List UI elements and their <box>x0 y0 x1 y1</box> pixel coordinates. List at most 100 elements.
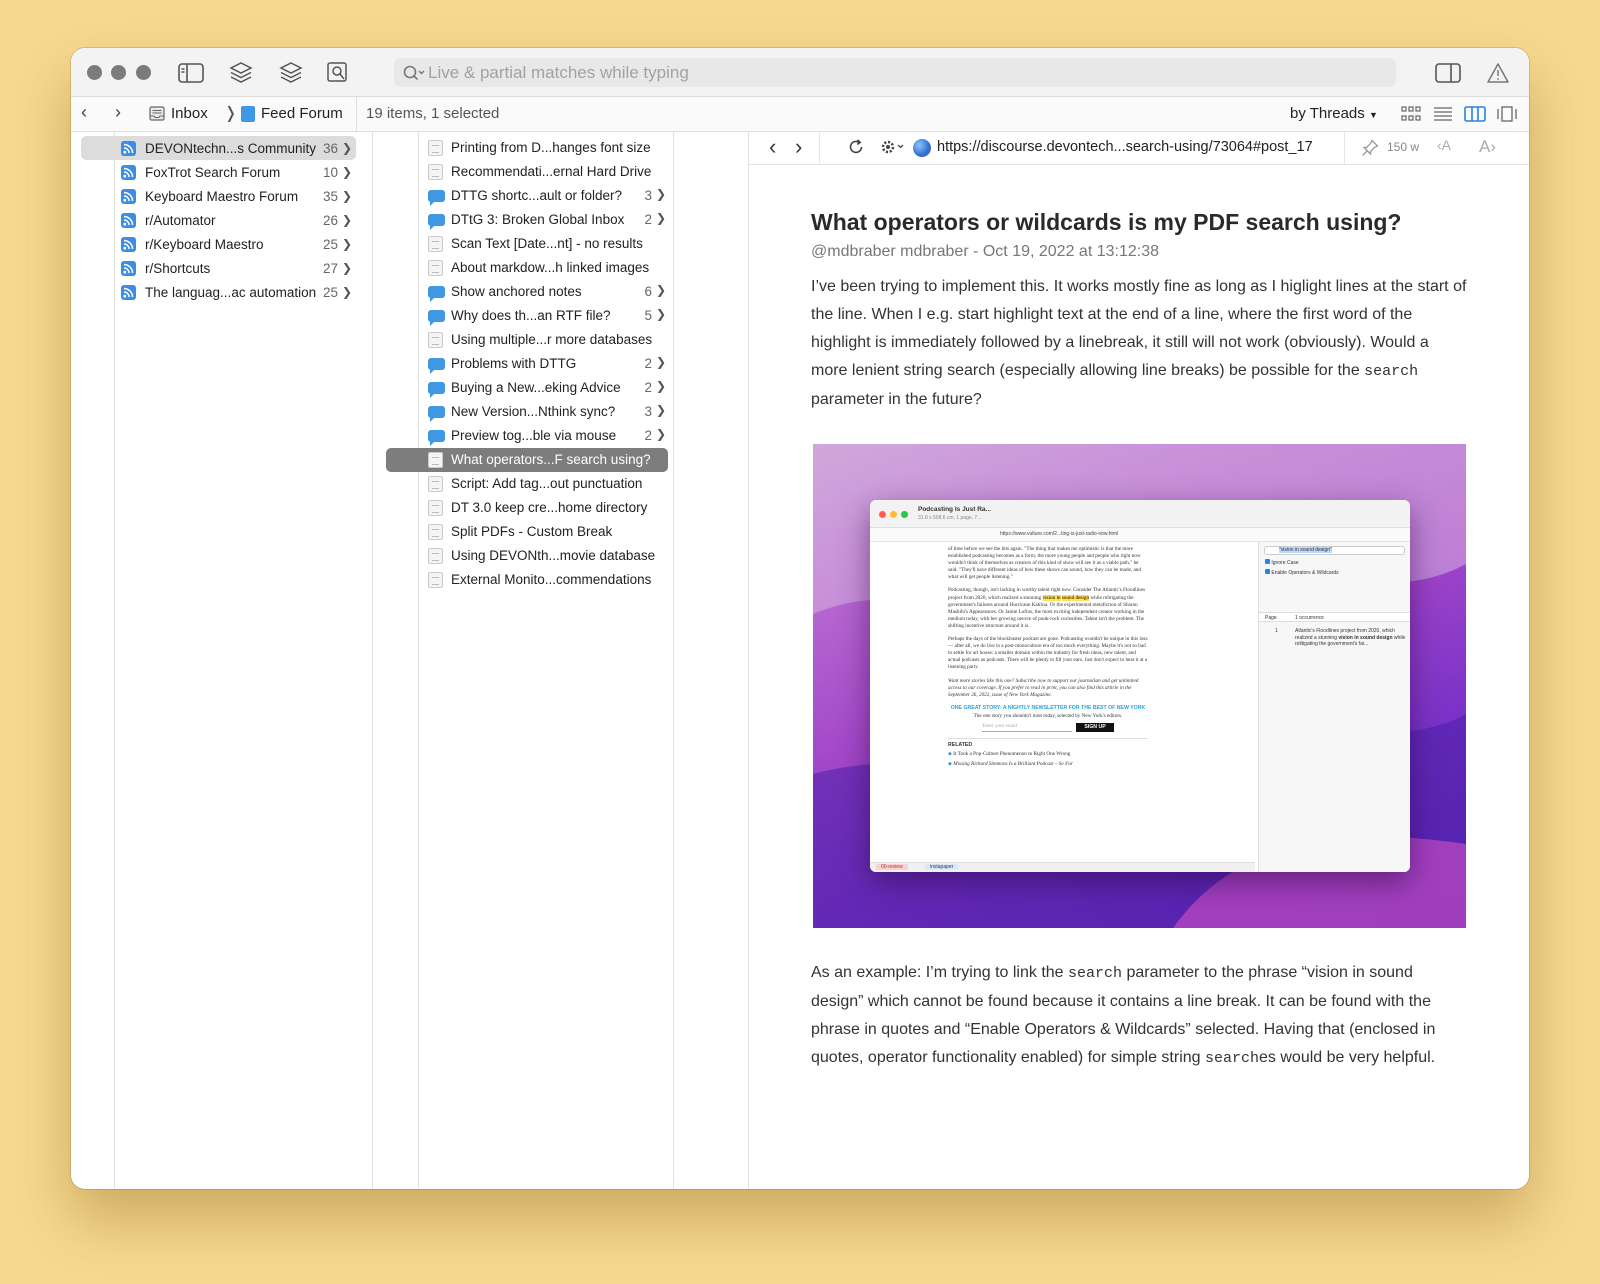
list-item[interactable]: Using DEVONth...movie database <box>386 544 668 568</box>
breadcrumb-label: Feed Forum <box>261 105 343 122</box>
list-item[interactable]: About markdow...h linked images <box>386 256 668 280</box>
article-meta: @mdbraber mdbraber - Oct 19, 2022 at 13:… <box>811 243 1159 260</box>
column-header-page: Page <box>1265 615 1277 621</box>
feed-count: 25 <box>322 284 338 300</box>
signup-button: SIGN UP <box>1076 722 1114 733</box>
checkbox-icon <box>1265 569 1270 574</box>
checkbox-ignore-case: Ignore Case <box>1265 559 1299 566</box>
list-item[interactable]: External Monito...commendations <box>386 568 668 592</box>
close-dot <box>879 511 886 518</box>
list-item[interactable]: DT 3.0 keep cre...home directory <box>386 496 668 520</box>
item-count: 5 <box>644 308 652 323</box>
zoom-dot <box>901 511 908 518</box>
chevron-right-icon: ❯ <box>655 355 666 369</box>
list-item[interactable]: DTTG shortc...ault or folder? 3 ❯ <box>386 184 668 208</box>
rss-icon <box>121 261 136 276</box>
chevron-down-icon: ▼ <box>1368 110 1378 120</box>
feed-name: Keyboard Maestro Forum <box>145 188 299 204</box>
document-finder-icon[interactable] <box>324 59 352 87</box>
list-item[interactable]: FoxTrot Search Forum 10 ❯ <box>81 160 356 184</box>
increase-font-icon[interactable]: A› <box>1479 137 1496 157</box>
email-field: Enter your email <box>982 723 1073 733</box>
list-item[interactable]: What operators...F search using? <box>386 448 668 472</box>
decrease-font-icon[interactable]: ‹A <box>1437 137 1451 153</box>
list-view-icon[interactable] <box>1433 106 1453 126</box>
layers-icon[interactable] <box>227 59 255 87</box>
newsletter-subtitle: The one story you shouldn't miss today, … <box>973 712 1123 719</box>
minimize-window-button[interactable] <box>111 65 126 80</box>
list-item[interactable]: Script: Add tag...out punctuation <box>386 472 668 496</box>
list-item[interactable]: Preview tog...ble via mouse 2 ❯ <box>386 424 668 448</box>
breadcrumb-inbox[interactable]: Inbox <box>149 105 208 122</box>
inline-code: search <box>1205 1050 1260 1067</box>
icon-view-icon[interactable] <box>1401 106 1421 126</box>
list-item[interactable]: Keyboard Maestro Forum 35 ❯ <box>81 184 356 208</box>
document-icon <box>428 236 443 252</box>
list-item[interactable]: Problems with DTTG 2 ❯ <box>386 352 668 376</box>
chevron-right-icon: ❯ <box>655 403 666 417</box>
chevron-right-icon: ❯ <box>341 189 352 203</box>
list-item[interactable]: Scan Text [Date...nt] - no results <box>386 232 668 256</box>
inspector-toggle-icon[interactable] <box>1434 59 1462 87</box>
breadcrumb-feed-forum[interactable]: Feed Forum <box>241 105 343 122</box>
item-count: 3 <box>644 404 652 419</box>
list-item[interactable]: The languag...ac automation 25 ❯ <box>81 280 356 304</box>
document-icon <box>428 476 443 492</box>
search-input[interactable] <box>428 62 1396 83</box>
sort-popup[interactable]: by Threads ▼ <box>1290 105 1378 122</box>
list-item[interactable]: Printing from D...hanges font size <box>386 136 668 160</box>
discussion-icon <box>428 406 445 422</box>
feed-name: DEVONtechn...s Community <box>145 140 317 156</box>
zoom-window-button[interactable] <box>136 65 151 80</box>
list-item[interactable]: DTtG 3: Broken Global Inbox 2 ❯ <box>386 208 668 232</box>
list-item[interactable]: r/Shortcuts 27 ❯ <box>81 256 356 280</box>
back-button[interactable]: ‹ <box>81 102 87 123</box>
close-window-button[interactable] <box>87 65 102 80</box>
discussion-icon <box>428 214 445 230</box>
pin-icon[interactable] <box>1361 139 1379 160</box>
list-item[interactable]: Split PDFs - Custom Break <box>386 520 668 544</box>
feed-list: DEVONtechn...s Community 36 ❯ FoxTrot Se… <box>81 136 356 304</box>
text-run: As an example: I’m trying to link the <box>811 964 1068 981</box>
search-field[interactable] <box>394 58 1396 87</box>
embedded-tag-bar: 00-review instapaper <box>870 862 1255 872</box>
warning-icon[interactable] <box>1484 59 1512 87</box>
list-item[interactable]: Why does th...an RTF file? 5 ❯ <box>386 304 668 328</box>
sidebar-toggle-icon[interactable] <box>177 59 205 87</box>
list-item[interactable]: r/Keyboard Maestro 25 ❯ <box>81 232 356 256</box>
back-button[interactable]: ‹ <box>769 134 776 160</box>
breadcrumb-label: Inbox <box>171 105 208 122</box>
document-icon <box>428 452 443 468</box>
feed-count: 25 <box>322 236 338 252</box>
item-title: DTTG shortc...ault or folder? <box>451 188 623 203</box>
chevron-right-icon: ❯ <box>655 283 666 297</box>
list-item[interactable]: Show anchored notes 6 ❯ <box>386 280 668 304</box>
toolbar <box>71 48 1529 97</box>
forward-button[interactable]: › <box>115 102 121 123</box>
item-count: 3 <box>644 188 652 203</box>
item-title: Scan Text [Date...nt] - no results <box>451 236 643 251</box>
url-field[interactable]: https://discourse.devontech...search-usi… <box>937 139 1313 155</box>
gear-icon[interactable] <box>879 138 905 159</box>
list-item[interactable]: r/Automator 26 ❯ <box>81 208 356 232</box>
forward-button[interactable]: › <box>795 134 802 160</box>
item-count-status: 19 items, 1 selected <box>366 105 500 122</box>
list-item[interactable]: Using multiple...r more databases <box>386 328 668 352</box>
embedded-url: https://www.vulture.com/2...ting-is-just… <box>1000 531 1119 537</box>
list-item[interactable]: DEVONtechn...s Community 36 ❯ <box>81 136 356 160</box>
layers-check-icon[interactable] <box>277 59 305 87</box>
list-item[interactable]: Buying a New...eking Advice 2 ❯ <box>386 376 668 400</box>
list-item[interactable]: New Version...Nthink sync? 3 ❯ <box>386 400 668 424</box>
item-title: Buying a New...eking Advice <box>451 380 621 395</box>
document-icon <box>428 524 443 540</box>
item-title: Using multiple...r more databases <box>451 332 653 347</box>
result-highlight: vision in sound design <box>1338 634 1393 641</box>
item-title: DT 3.0 keep cre...home directory <box>451 500 648 515</box>
column-view-icon[interactable] <box>1464 106 1486 126</box>
reload-icon[interactable] <box>847 138 865 159</box>
feed-count: 27 <box>322 260 338 276</box>
chevron-right-icon: ❯ <box>341 165 352 179</box>
list-item[interactable]: Recommendati...ernal Hard Drive <box>386 160 668 184</box>
embedded-article: of time before we see the hits again. "T… <box>948 546 1148 774</box>
cover-flow-icon[interactable] <box>1496 106 1518 126</box>
